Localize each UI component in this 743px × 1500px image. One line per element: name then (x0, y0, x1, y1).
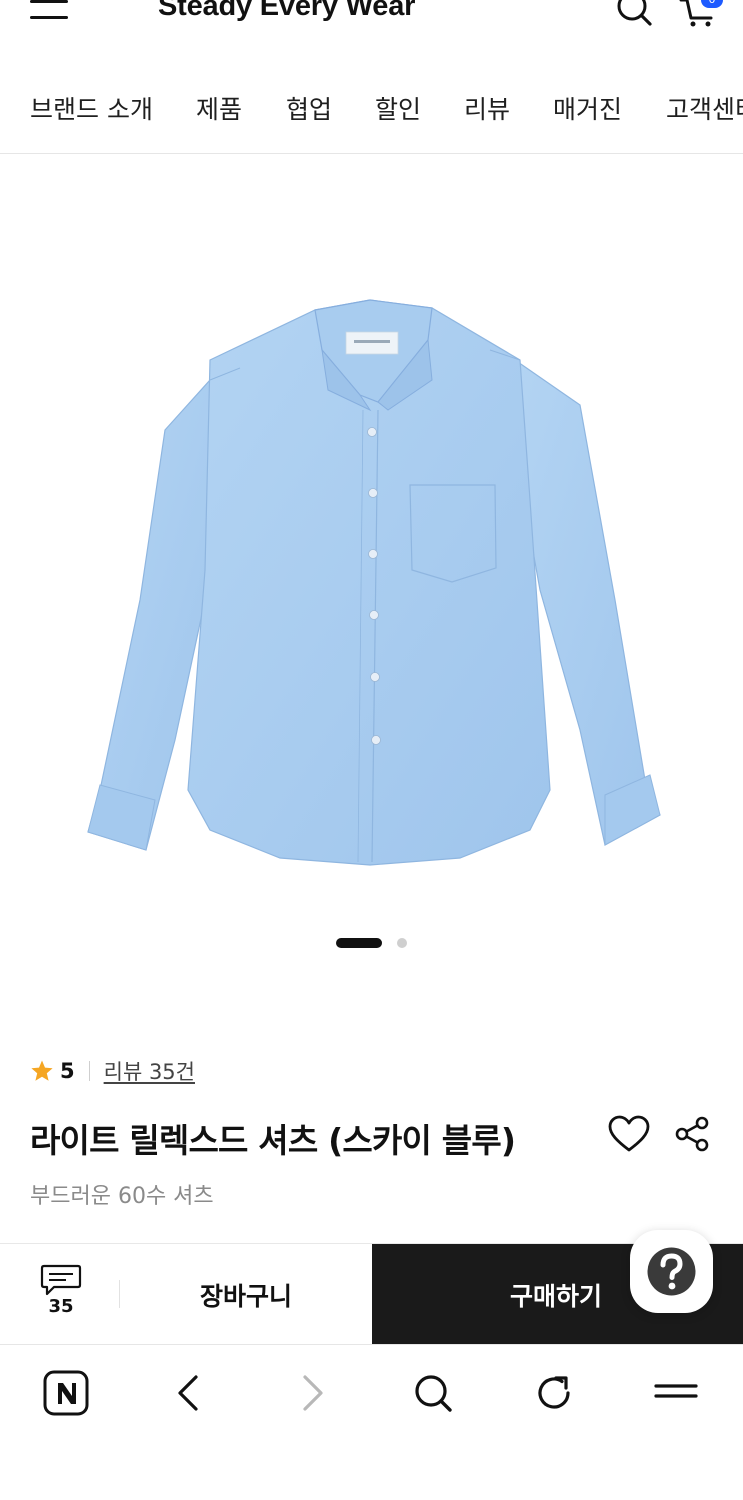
category-nav: 브랜드 소개 제품 협업 할인 리뷰 매거진 고객센터 (0, 80, 743, 136)
refresh-icon (538, 1376, 570, 1409)
product-subtitle: 부드러운 60수 셔츠 (30, 1184, 214, 1209)
star-icon (31, 1060, 53, 1081)
category-products[interactable]: 제품 (196, 90, 242, 126)
rating-row: 5 리뷰 35건 (30, 1056, 195, 1086)
review-count-link[interactable]: 리뷰 35건 (104, 1056, 195, 1086)
category-magazine[interactable]: 매거진 (553, 90, 622, 126)
search-icon (415, 1375, 452, 1412)
share-icon (675, 1116, 709, 1152)
category-customer-center[interactable]: 고객센터 (666, 90, 743, 126)
chevron-left-icon (178, 1375, 198, 1411)
shirt-illustration (87, 299, 661, 866)
menu-icon (654, 1384, 698, 1398)
browser-menu-button[interactable] (652, 1369, 702, 1419)
hamburger-menu-button[interactable] (28, 0, 72, 24)
category-brand-intro[interactable]: 브랜드 소개 (30, 90, 153, 126)
rating-separator (88, 1061, 90, 1081)
wishlist-button[interactable] (607, 1114, 651, 1154)
reviews-count: 35 (48, 1296, 74, 1317)
add-to-cart-button[interactable]: 장바구니 (120, 1244, 372, 1345)
search-button[interactable] (614, 0, 654, 28)
pagination-dot[interactable] (397, 938, 407, 948)
product-image[interactable] (60, 270, 680, 890)
help-button[interactable] (630, 1230, 713, 1313)
pagination-dot-active[interactable] (336, 938, 382, 948)
image-pagination (0, 938, 743, 950)
browser-toolbar (0, 1344, 743, 1500)
top-header: Steady Every Wear 0 (0, 0, 743, 40)
chevron-right-icon (303, 1375, 323, 1411)
brand-logo[interactable]: Steady Every Wear (158, 0, 415, 23)
chat-icon (40, 1264, 82, 1296)
browser-forward-button[interactable] (288, 1369, 338, 1419)
header-divider (0, 153, 743, 154)
hamburger-icon (30, 0, 68, 19)
browser-home-button[interactable] (42, 1369, 92, 1419)
browser-search-button[interactable] (409, 1369, 459, 1419)
category-review[interactable]: 리뷰 (464, 90, 510, 126)
share-button[interactable] (672, 1114, 712, 1154)
browser-back-button[interactable] (165, 1369, 215, 1419)
category-collab[interactable]: 협업 (286, 90, 332, 126)
search-icon (617, 0, 652, 26)
heart-icon (608, 1115, 650, 1152)
browser-refresh-button[interactable] (530, 1369, 580, 1419)
category-sale[interactable]: 할인 (375, 90, 421, 126)
reviews-button[interactable]: 35 (30, 1264, 92, 1324)
product-title: 라이트 릴렉스드 셔츠 (스카이 블루) (30, 1121, 516, 1160)
question-icon (647, 1247, 696, 1296)
rating-value: 5 (60, 1059, 75, 1083)
naver-n-icon (43, 1370, 89, 1416)
